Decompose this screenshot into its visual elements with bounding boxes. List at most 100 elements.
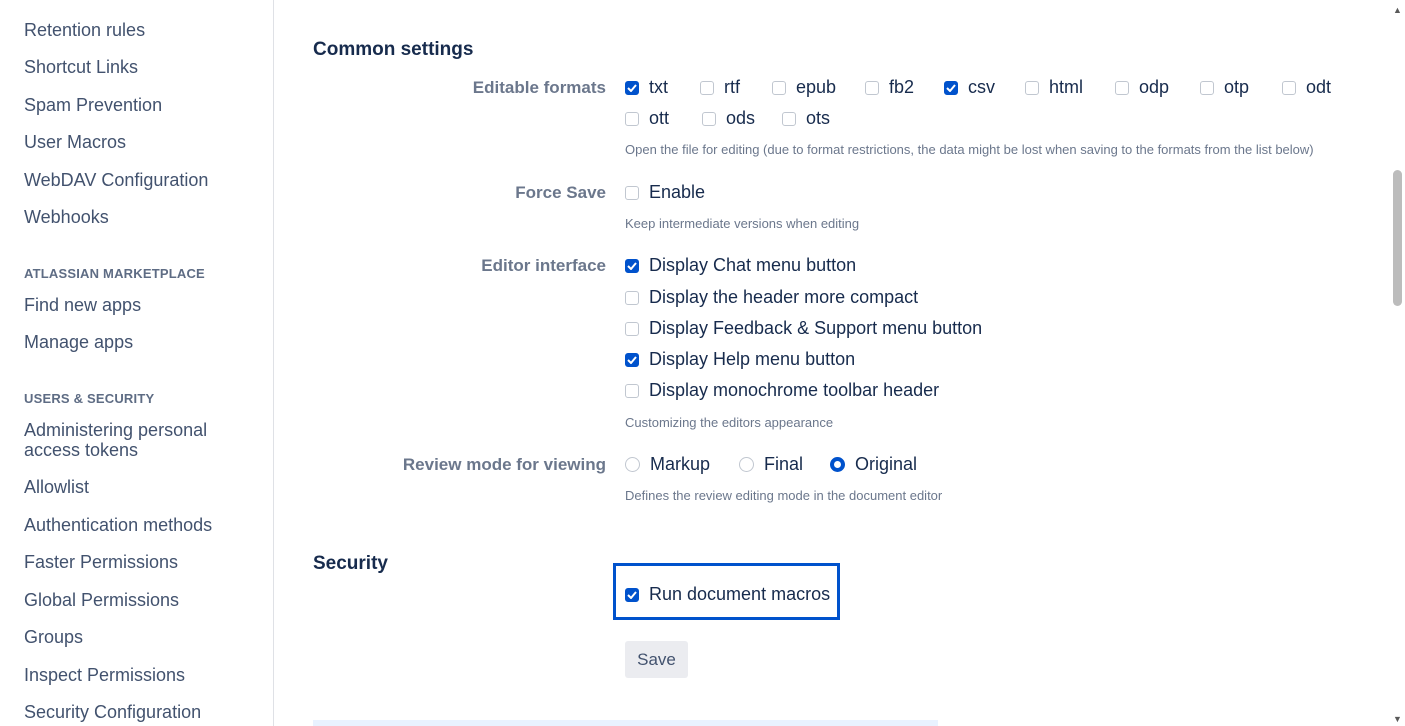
sidebar-item-webdav-configuration[interactable]: WebDAV Configuration [24, 170, 208, 190]
sidebar-item-personal-access-tokens[interactable]: Administering personal access tokens [24, 420, 244, 460]
scrollbar-thumb[interactable] [1393, 170, 1402, 306]
page-scrollbar[interactable]: ▲ ▼ [1390, 0, 1405, 726]
format-txt-checkbox[interactable]: txt [625, 77, 668, 98]
editor-option-4-checkbox-label: Display Help menu button [649, 349, 856, 369]
checkbox-box[interactable] [944, 80, 958, 95]
admin-sidebar: Retention rules Shortcut Links Spam Prev… [0, 0, 274, 726]
checkbox-box[interactable] [1115, 80, 1129, 95]
format-ott-checkbox-label: ott [649, 108, 670, 128]
review-mode-help: Defines the review editing mode in the d… [625, 488, 943, 503]
sidebar-item-security-configuration[interactable]: Security Configuration [24, 702, 201, 722]
sidebar-heading-users-security: USERS & SECURITY [24, 391, 155, 406]
editor-option-3-checkbox-label: Display Feedback & Support menu button [649, 318, 983, 338]
checkbox-box[interactable] [625, 258, 639, 273]
editor-option-3-checkbox[interactable]: Display Feedback & Support menu button [625, 318, 982, 339]
editable-formats-help: Open the file for editing (due to format… [625, 142, 1314, 157]
format-ots-checkbox[interactable]: ots [782, 108, 830, 129]
settings-content: Common settings Editable formats txt rtf e… [275, 0, 1390, 726]
review-mode-markup-radio-label: Markup [650, 454, 711, 474]
common-settings-title: Common settings [313, 39, 474, 60]
editor-interface-label: Editor interface [481, 256, 606, 275]
editor-option-5-checkbox-label: Display monochrome toolbar header [649, 380, 940, 400]
sidebar-item-user-macros[interactable]: User Macros [24, 132, 126, 152]
sidebar-item-inspect-permissions[interactable]: Inspect Permissions [24, 665, 185, 685]
checkbox-box[interactable] [625, 80, 639, 95]
checkbox-box[interactable] [782, 111, 796, 126]
format-ods-checkbox[interactable]: ods [702, 108, 755, 129]
format-csv-checkbox-label: csv [968, 77, 995, 97]
radio-circle[interactable] [739, 457, 754, 472]
editor-option-5-checkbox[interactable]: Display monochrome toolbar header [625, 380, 939, 401]
format-epub-checkbox[interactable]: epub [772, 77, 836, 98]
format-ott-checkbox[interactable]: ott [625, 108, 669, 129]
editor-option-2-checkbox-label: Display the header more compact [649, 287, 919, 307]
scroll-down-icon[interactable]: ▼ [1393, 715, 1402, 724]
checkbox-box[interactable] [700, 80, 714, 95]
editor-option-2-checkbox[interactable]: Display the header more compact [625, 287, 918, 308]
review-mode-final-radio-label: Final [764, 454, 804, 474]
sidebar-item-retention-rules[interactable]: Retention rules [24, 20, 145, 40]
checkbox-box[interactable] [1200, 80, 1214, 95]
review-mode-original-radio-label: Original [855, 454, 918, 474]
review-mode-original-radio[interactable]: Original [830, 454, 917, 475]
checkbox-box[interactable] [865, 80, 879, 95]
force-save-enable-label: Enable [649, 182, 706, 202]
checkbox-box[interactable] [625, 587, 639, 602]
sidebar-item-faster-permissions[interactable]: Faster Permissions [24, 552, 178, 572]
format-otp-checkbox[interactable]: otp [1200, 77, 1249, 98]
editor-option-1-checkbox[interactable]: Display Chat menu button [625, 255, 856, 276]
sidebar-item-allowlist[interactable]: Allowlist [24, 477, 89, 497]
review-mode-final-radio[interactable]: Final [739, 454, 803, 475]
review-mode-markup-radio[interactable]: Markup [625, 454, 710, 475]
force-save-enable-checkbox[interactable]: Enable [625, 182, 705, 203]
sidebar-item-webhooks[interactable]: Webhooks [24, 207, 109, 227]
checkbox-box[interactable] [1025, 80, 1039, 95]
checkbox-box[interactable] [772, 80, 786, 95]
checkbox-box[interactable] [625, 383, 639, 398]
checkbox-box[interactable] [625, 111, 639, 126]
force-save-label: Force Save [515, 183, 606, 202]
format-html-checkbox-label: html [1049, 77, 1084, 97]
checkbox-box[interactable] [625, 352, 639, 367]
sidebar-item-authentication-methods[interactable]: Authentication methods [24, 515, 212, 535]
checkbox-box[interactable] [625, 290, 639, 305]
format-fb2-checkbox-label: fb2 [889, 77, 915, 97]
sidebar-item-find-new-apps[interactable]: Find new apps [24, 295, 141, 315]
format-otp-checkbox-label: otp [1224, 77, 1250, 97]
review-mode-label: Review mode for viewing [402, 455, 606, 474]
radio-circle[interactable] [625, 457, 640, 472]
format-rtf-checkbox[interactable]: rtf [700, 77, 740, 98]
security-title: Security [313, 553, 388, 574]
format-html-checkbox[interactable]: html [1025, 77, 1083, 98]
checkbox-box[interactable] [1282, 80, 1296, 95]
checkbox-box[interactable] [702, 111, 716, 126]
format-fb2-checkbox[interactable]: fb2 [865, 77, 914, 98]
sidebar-item-manage-apps[interactable]: Manage apps [24, 332, 133, 352]
editor-option-1-checkbox-label: Display Chat menu button [649, 255, 857, 275]
force-save-help: Keep intermediate versions when editing [625, 216, 860, 231]
format-odt-checkbox[interactable]: odt [1282, 77, 1331, 98]
format-odp-checkbox-label: odp [1139, 77, 1170, 97]
sidebar-item-shortcut-links[interactable]: Shortcut Links [24, 57, 138, 77]
sidebar-item-global-permissions[interactable]: Global Permissions [24, 590, 179, 610]
editor-interface-help: Customizing the editors appearance [625, 415, 834, 430]
format-epub-checkbox-label: epub [796, 77, 837, 97]
format-odp-checkbox[interactable]: odp [1115, 77, 1169, 98]
sidebar-heading-marketplace: ATLASSIAN MARKETPLACE [24, 266, 205, 281]
run-document-macros-label: Run document macros [649, 584, 831, 604]
format-txt-checkbox-label: txt [649, 77, 669, 97]
format-ots-checkbox-label: ots [806, 108, 831, 128]
run-document-macros-checkbox[interactable]: Run document macros [625, 584, 830, 605]
scroll-up-icon[interactable]: ▲ [1393, 6, 1402, 15]
checkbox-box[interactable] [625, 185, 639, 200]
format-csv-checkbox[interactable]: csv [944, 77, 995, 98]
editable-formats-label: Editable formats [472, 78, 606, 97]
sidebar-item-groups[interactable]: Groups [24, 627, 83, 647]
editor-option-4-checkbox[interactable]: Display Help menu button [625, 349, 855, 370]
save-button[interactable]: Save [625, 641, 688, 678]
sidebar-item-spam-prevention[interactable]: Spam Prevention [24, 95, 162, 115]
format-rtf-checkbox-label: rtf [724, 77, 740, 97]
bottom-panel-edge [313, 720, 938, 726]
checkbox-box[interactable] [625, 321, 639, 336]
radio-circle[interactable] [830, 457, 845, 472]
